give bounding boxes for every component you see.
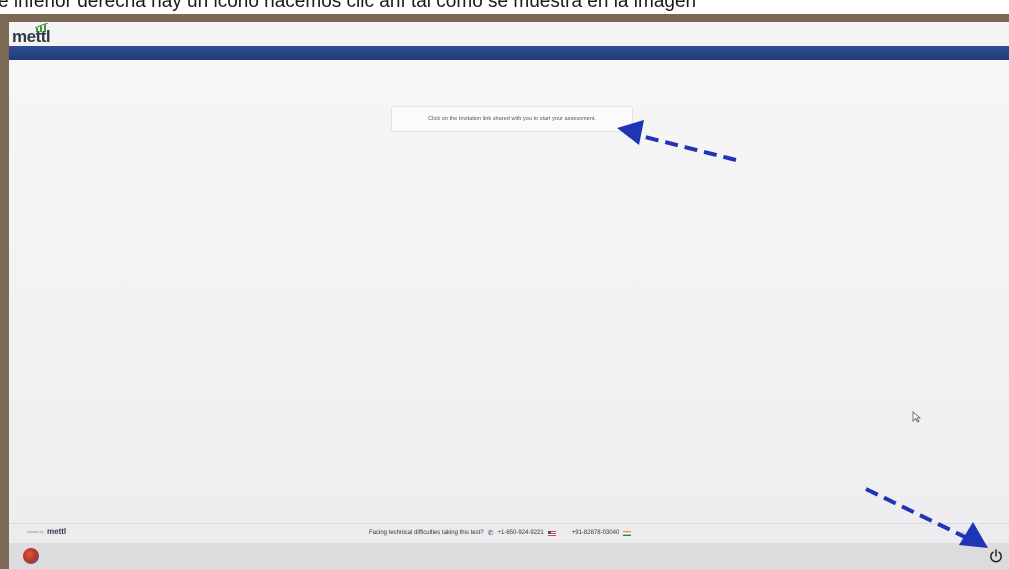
taskbar bbox=[9, 543, 1009, 569]
caption-strip: e inferior derecha hay un icono hacemos … bbox=[0, 0, 1009, 14]
brand-bar bbox=[9, 46, 1009, 60]
power-icon[interactable] bbox=[988, 548, 1004, 564]
footer-faint-text: Mettl bbox=[956, 530, 965, 535]
caption-text: e inferior derecha hay un icono hacemos … bbox=[0, 0, 697, 12]
start-button-icon[interactable] bbox=[23, 548, 39, 564]
phone-in[interactable]: +91-82878-03040 bbox=[572, 530, 620, 536]
header: mettl bbox=[9, 22, 1009, 46]
invite-message: Click on the Invitation link shared with… bbox=[428, 116, 596, 122]
mettl-logo: mettl bbox=[12, 23, 72, 45]
logo-text: mettl bbox=[12, 27, 51, 46]
support-info: Facing technical difficulties taking thi… bbox=[369, 529, 632, 537]
monitor-frame: mettl Click on the Invitation link share… bbox=[0, 14, 1009, 569]
phone-us[interactable]: +1-650-924-9221 bbox=[498, 530, 544, 536]
help-text: Facing technical difficulties taking thi… bbox=[369, 530, 484, 536]
powered-by-label: powered by bbox=[27, 530, 44, 534]
screen: mettl Click on the Invitation link share… bbox=[9, 22, 1009, 569]
mouse-cursor-icon bbox=[912, 411, 921, 423]
invite-message-box: Click on the Invitation link shared with… bbox=[391, 106, 633, 132]
us-flag-icon bbox=[547, 530, 556, 536]
footer: powered by mettl Facing technical diffic… bbox=[9, 523, 1009, 544]
india-flag-icon bbox=[623, 530, 632, 536]
main-content: Click on the Invitation link shared with… bbox=[9, 60, 1009, 523]
footer-logo: mettl bbox=[47, 527, 67, 536]
phone-icon: ✆ bbox=[487, 530, 494, 537]
